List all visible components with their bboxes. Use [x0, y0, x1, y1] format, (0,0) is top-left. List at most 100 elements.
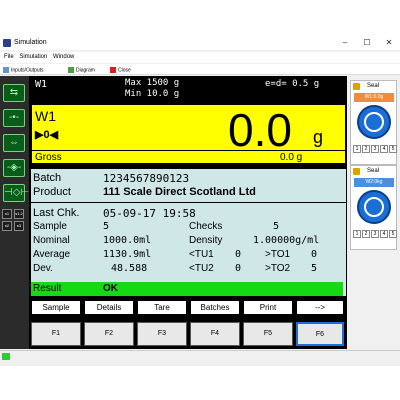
title-bar: Simulation – ☐ ✕ — [0, 36, 400, 50]
seal1-key-1[interactable]: 1 — [353, 145, 361, 153]
seal2-key-4[interactable]: 4 — [380, 230, 388, 238]
display-divider — [32, 150, 345, 151]
seal2-key-3[interactable]: 3 — [371, 230, 379, 238]
tu1-value: 0 — [235, 249, 242, 260]
weight-unit: g — [313, 127, 324, 147]
softkey-next[interactable]: --> — [296, 300, 344, 315]
header-area: W1 Max 1500 g Min 10.0 g e=d= 0.5 g — [29, 76, 347, 104]
checks-label: Checks — [189, 221, 223, 232]
diagram-icon — [68, 67, 74, 73]
f2-button[interactable]: F2 — [84, 322, 134, 346]
left-button-4[interactable]: -◈- — [3, 159, 25, 177]
toolbar-diagram-button[interactable]: Diagram — [68, 67, 95, 73]
last-check-label: Last Chk. — [33, 207, 80, 219]
softkey-sample[interactable]: Sample — [31, 300, 81, 315]
deviation-label: Dev. — [33, 263, 53, 274]
knob-ring-2 — [364, 197, 384, 217]
product-value: 111 Scale Direct Scotland Ltd — [103, 186, 256, 198]
batch-label: Batch — [33, 172, 62, 184]
knob-ring-1 — [364, 112, 384, 132]
result-value: OK — [103, 283, 118, 294]
softkey-batches[interactable]: Batches — [190, 300, 240, 315]
seal2-key-2[interactable]: 2 — [362, 230, 370, 238]
density-value: 1.00000g/ml — [253, 235, 320, 246]
close-window-button[interactable]: ✕ — [382, 38, 396, 47]
left-button-5[interactable]: ⊣◇⊢ — [3, 184, 29, 202]
scale-id: W1 — [35, 79, 48, 90]
menu-window[interactable]: Window — [53, 54, 74, 60]
lock-icon — [353, 83, 360, 90]
toolbar-io-button[interactable]: Inputs/Outputs — [3, 67, 44, 73]
close-icon — [110, 67, 116, 73]
small-button-s1[interactable]: s1 — [2, 209, 12, 219]
seal-keys-1: 1 2 3 4 5 — [353, 145, 397, 154]
left-button-2[interactable]: -•- — [3, 109, 25, 127]
seal-keys-2: 1 2 3 4 5 — [353, 230, 397, 239]
status-bar — [0, 350, 400, 362]
menu-file[interactable]: File — [4, 54, 14, 60]
gross-label: Gross — [35, 152, 62, 163]
seal1-key-5[interactable]: 5 — [389, 145, 397, 153]
info-panel: Batch 1234567890123 Product 111 Scale Di… — [31, 169, 346, 296]
seal2-key-5[interactable]: 5 — [389, 230, 397, 238]
menu-bar: File Simulation Window — [0, 52, 400, 63]
minimize-button[interactable]: – — [338, 38, 352, 47]
weight-display: W1 ▶0◀ 0.0 g Gross 0.0 g — [31, 104, 346, 164]
toolbar: Inputs/Outputs Diagram Close — [0, 64, 400, 75]
nominal-label: Nominal — [33, 235, 70, 246]
seal-label-1: Seal — [367, 83, 380, 89]
checks-value: 5 — [273, 221, 280, 232]
seal-name-2: W2:0kg — [354, 178, 394, 187]
density-label: Density — [189, 235, 223, 246]
softkey-details[interactable]: Details — [84, 300, 134, 315]
sample-value: 5 — [103, 221, 110, 232]
result-bar: Result OK — [31, 282, 343, 296]
seal-panel-1: Seal W1:0.0g 1 2 3 4 5 — [350, 80, 397, 165]
sample-label: Sample — [33, 221, 67, 232]
to1-value: 0 — [311, 249, 318, 260]
average-value: 1130.9ml — [103, 249, 152, 260]
tu2-value: 0 — [235, 263, 242, 274]
f6-button[interactable]: F6 — [296, 322, 344, 346]
lock-icon — [353, 168, 360, 175]
f5-button[interactable]: F5 — [243, 322, 293, 346]
f1-button[interactable]: F1 — [31, 322, 81, 346]
tu1-label: <TU1 — [189, 249, 214, 260]
softkey-tare[interactable]: Tare — [137, 300, 187, 315]
nominal-value: 1000.0ml — [103, 235, 152, 246]
f4-button[interactable]: F4 — [190, 322, 240, 346]
status-indicator-icon — [2, 353, 10, 360]
knob-1[interactable] — [357, 105, 391, 139]
toolbar-close-button[interactable]: Close — [110, 67, 131, 73]
menu-simulation[interactable]: Simulation — [19, 54, 47, 60]
softkey-print[interactable]: Print — [243, 300, 293, 315]
average-label: Average — [33, 249, 71, 260]
small-button-s2[interactable]: s2 — [2, 221, 12, 231]
seal-panel-2: Seal W2:0kg 1 2 3 4 5 — [350, 165, 397, 250]
left-button-3[interactable]: ⇔ — [3, 134, 25, 152]
gross-value: 0.0 g — [280, 152, 303, 163]
seal2-key-1[interactable]: 1 — [353, 230, 361, 238]
to1-label: >TO1 — [265, 249, 291, 260]
result-label: Result — [33, 283, 62, 294]
small-button-s12[interactable]: s1.2 — [14, 209, 24, 219]
zero-indicator-icon: ▶0◀ — [35, 129, 59, 141]
f3-button[interactable]: F3 — [137, 322, 187, 346]
knob-2[interactable] — [357, 190, 391, 224]
io-icon — [3, 67, 9, 73]
left-button-1[interactable]: ⇆ — [3, 84, 25, 102]
maximize-button[interactable]: ☐ — [360, 38, 374, 47]
seal1-key-2[interactable]: 2 — [362, 145, 370, 153]
to2-value: 5 — [311, 263, 318, 274]
window-title: Simulation — [14, 39, 47, 46]
to2-label: >TO2 — [265, 263, 291, 274]
small-button-s3[interactable]: s3 — [14, 221, 24, 231]
app-icon — [3, 39, 11, 47]
info-divider — [31, 202, 346, 203]
seal1-key-3[interactable]: 3 — [371, 145, 379, 153]
seal1-key-4[interactable]: 4 — [380, 145, 388, 153]
max-capacity: Max 1500 g — [125, 78, 180, 88]
deviation-value: 48.588 — [111, 263, 148, 274]
left-button-panel: ⇆ -•- ⇔ -◈- ⊣◇⊢ s1 s1.2 s2 s3 — [0, 76, 29, 349]
seal-name-1: W1:0.0g — [354, 93, 394, 102]
